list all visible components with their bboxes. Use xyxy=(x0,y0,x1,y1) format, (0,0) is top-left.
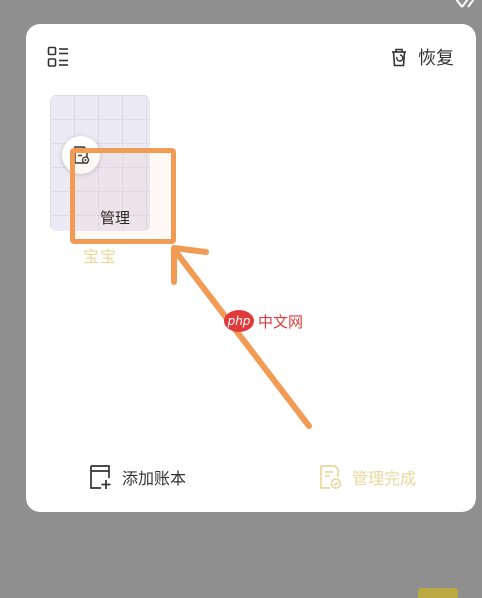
add-book-label: 添加账本 xyxy=(122,469,187,488)
pointer-arrow xyxy=(164,238,324,438)
trash-restore-icon xyxy=(388,46,410,68)
watermark-text: 中文网 xyxy=(258,312,304,331)
add-book-icon xyxy=(88,464,112,490)
restore-button[interactable]: 恢复 xyxy=(388,44,454,70)
bottom-badge xyxy=(418,588,458,598)
account-books-panel: 恢复 宝宝 管理 php 中文网 添加账本 管理完成 xyxy=(26,24,476,512)
close-icon[interactable] xyxy=(452,0,478,8)
manage-done-label: 管理完成 xyxy=(351,469,416,488)
highlight-box xyxy=(70,148,176,244)
list-view-icon[interactable] xyxy=(47,46,69,68)
book-name: 宝宝 xyxy=(82,247,117,266)
document-check-icon xyxy=(318,464,342,490)
restore-label: 恢复 xyxy=(418,48,454,69)
manage-done-button[interactable]: 管理完成 xyxy=(318,464,416,490)
watermark: php 中文网 xyxy=(224,310,303,332)
add-book-button[interactable]: 添加账本 xyxy=(88,464,186,490)
watermark-logo: php xyxy=(224,310,254,332)
